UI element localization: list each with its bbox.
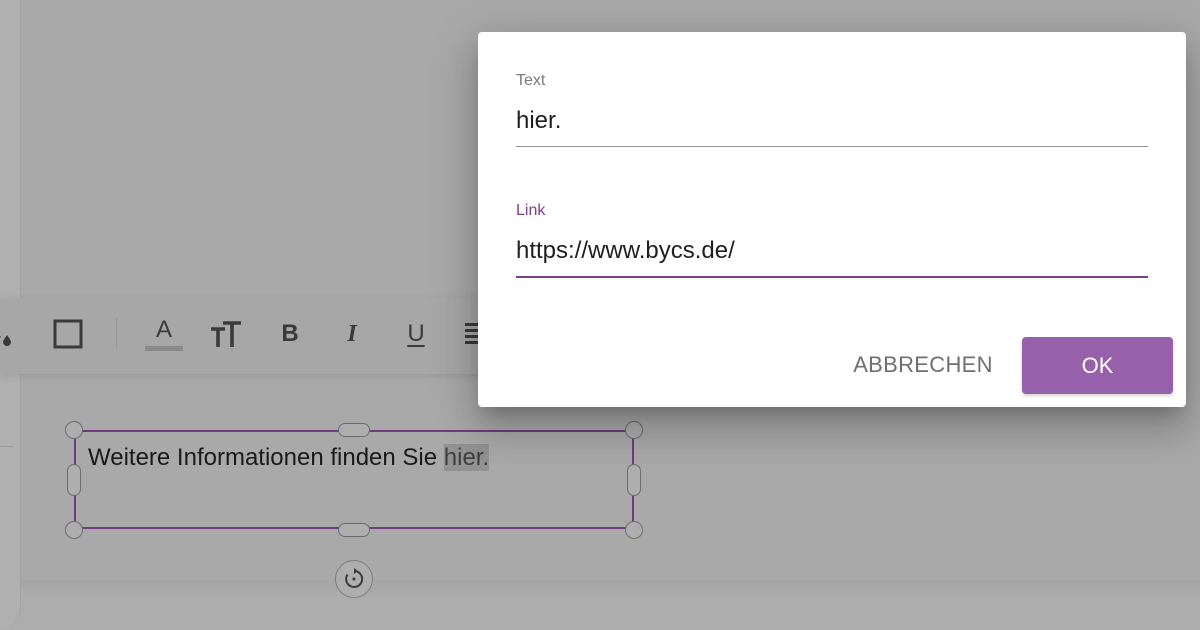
resize-handle-right[interactable] [627, 464, 641, 496]
cancel-button[interactable]: ABBRECHEN [838, 337, 1008, 393]
text-box-text: Weitere Informationen finden Sie [88, 444, 444, 471]
font-color-icon[interactable]: A [144, 314, 184, 354]
text-box-content[interactable]: Weitere Informationen finden Sie hier. [88, 444, 490, 472]
link-field-underline [516, 276, 1148, 278]
italic-icon[interactable]: I [332, 314, 372, 354]
text-field-underline [516, 146, 1148, 147]
fill-color-icon[interactable] [0, 314, 24, 354]
border-icon[interactable] [48, 314, 88, 354]
font-color-bar [145, 345, 183, 351]
text-input[interactable] [516, 105, 1148, 137]
resize-handle-bottom-right[interactable] [625, 521, 643, 539]
formatting-toolbar: A B I U [0, 298, 520, 374]
text-field-label: Text [516, 72, 546, 89]
underline-icon[interactable]: U [396, 314, 436, 354]
link-field: Link [516, 202, 1148, 278]
resize-handle-top-right[interactable] [625, 421, 643, 439]
resize-handle-top[interactable] [338, 423, 370, 437]
link-field-label: Link [516, 202, 546, 219]
link-input[interactable] [516, 235, 1148, 267]
bold-icon[interactable]: B [270, 314, 310, 354]
selected-link-text[interactable]: hier. [443, 444, 490, 471]
resize-handle-top-left[interactable] [65, 421, 83, 439]
divider [0, 446, 14, 447]
font-size-icon[interactable] [206, 314, 246, 354]
rotate-icon [345, 568, 364, 588]
text-field: Text [516, 72, 1148, 147]
resize-handle-bottom-left[interactable] [65, 521, 83, 539]
ok-button[interactable]: OK [1022, 337, 1173, 394]
rotate-handle[interactable] [335, 560, 373, 598]
selected-text-box[interactable]: Weitere Informationen finden Sie hier. [74, 430, 634, 529]
resize-handle-left[interactable] [67, 464, 81, 496]
resize-handle-bottom[interactable] [338, 523, 370, 537]
link-dialog: Text Link ABBRECHEN OK [478, 32, 1186, 407]
toolbar-separator [116, 318, 117, 348]
font-color-glyph: A [155, 315, 172, 343]
